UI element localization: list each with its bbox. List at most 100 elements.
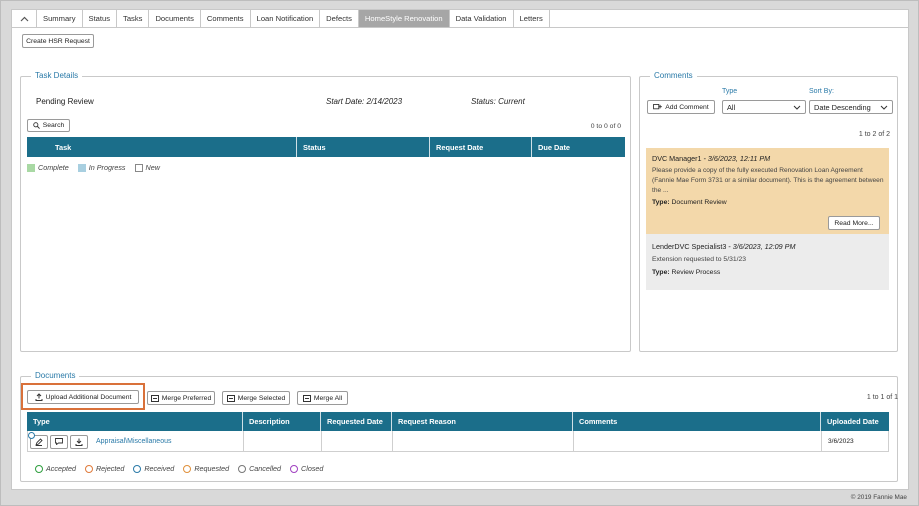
comment-text: Please provide a copy of the fully execu… [652,167,884,194]
comment-text: Extension requested to 5/31/23 [652,256,747,263]
comment-date: - 3/6/2023, 12:11 PM [701,154,771,163]
chevron-down-icon [880,105,888,110]
row-uploaded-date-cell: 3/6/2023 [828,438,854,445]
type-select[interactable]: All [722,100,806,114]
tab-loan-notification[interactable]: Loan Notification [251,10,321,27]
download-button[interactable] [70,434,88,449]
comment-date: - 3/6/2023, 12:09 PM [726,242,796,251]
edit-pencil-icon [35,437,43,446]
legend-in-progress: In Progress [77,163,126,172]
tab-letters[interactable]: Letters [514,10,550,27]
documents-table-header: Type Description Requested Date Request … [27,412,889,431]
legend-new: New [134,163,160,172]
comment-author: LenderDVC Specialist3 [652,242,727,251]
merge-preferred-button[interactable]: Merge Preferred [147,391,215,405]
comment-icon [55,438,63,445]
merge-icon [150,394,159,402]
row-requested-date-cell [322,431,393,452]
tab-homestyle-renovation[interactable]: HomeStyle Renovation [358,10,450,27]
merge-preferred-label: Merge Preferred [161,394,212,402]
task-details-panel: Task Details Pending Review Start Date: … [20,71,631,352]
type-select-value: All [727,102,736,112]
add-comment-button[interactable]: Add Comment [647,100,715,114]
row-description-cell [244,431,322,452]
row-type-cell: Appraisal\Miscellaneous [28,431,244,452]
merge-selected-button[interactable]: Merge Selected [222,391,290,405]
sort-select[interactable]: Date Descending [809,100,893,114]
row-comments-cell [574,431,822,452]
merge-selected-label: Merge Selected [237,394,286,402]
upload-label: Upload Additional Document [45,393,132,401]
comment-button[interactable] [50,434,68,449]
column-task[interactable]: Task [27,137,297,157]
documents-legend: Documents [31,371,80,380]
table-row[interactable]: Appraisal\Miscellaneous 3/6/2023 [27,431,889,452]
document-status-legend: Accepted Rejected Received Requested Can… [35,464,332,473]
tab-data-validation[interactable]: Data Validation [450,10,514,27]
search-icon [32,122,40,129]
create-hsr-request-button[interactable]: Create HSR Request [22,34,94,48]
legend-rejected: Rejected [84,464,124,473]
merge-all-label: Merge All [313,394,343,402]
comment-card: DVC Manager1 - 3/6/2023, 12:11 PM Please… [646,148,889,234]
upload-icon [35,393,43,401]
footer-copyright: © 2019 Fannie Mae [850,494,907,501]
collapse-chevron-up-icon[interactable] [12,10,37,27]
comment-card: LenderDVC Specialist3 - 3/6/2023, 12:09 … [646,234,889,290]
column-request-date[interactable]: Request Date [430,137,532,157]
comment-header: DVC Manager1 - 3/6/2023, 12:11 PM [652,154,770,163]
tab-documents[interactable]: Documents [149,10,201,27]
sort-by-label: Sort By: [809,88,834,95]
merge-icon [302,394,311,402]
column-request-reason[interactable]: Request Reason [392,412,573,431]
comment-header: LenderDVC Specialist3 - 3/6/2023, 12:09 … [652,242,795,251]
comments-count: 1 to 2 of 2 [858,131,890,138]
upload-additional-document-button[interactable]: Upload Additional Document [27,390,139,404]
legend-requested: Requested [183,464,229,473]
add-comment-icon [653,103,663,109]
task-table-header: Task Status Request Date Due Date [27,137,625,157]
comment-type: Type: Review Process [652,269,721,276]
status-label: Status: Current [471,97,525,106]
sort-select-value: Date Descending [814,102,871,112]
column-comments[interactable]: Comments [573,412,821,431]
search-button-label: Search [42,122,65,129]
column-description[interactable]: Description [243,412,321,431]
tab-content-panel: Create HSR Request Task Details Pending … [11,28,909,490]
legend-closed: Closed [290,464,323,473]
column-status[interactable]: Status [297,137,430,157]
comment-type: Type: Document Review [652,199,727,206]
download-icon [75,438,83,446]
task-count: 0 to 0 of 0 [590,123,621,130]
row-request-reason-cell [393,431,574,452]
legend-received: Received [133,464,174,473]
pending-review-label: Pending Review [36,97,94,106]
read-more-button[interactable]: Read More... [828,216,880,230]
column-uploaded-date[interactable]: Uploaded Date [821,412,889,431]
merge-all-button[interactable]: Merge All [297,391,348,405]
task-legend: Complete In Progress New [27,163,169,172]
tab-status[interactable]: Status [83,10,118,27]
merge-icon [226,394,235,402]
documents-count: 1 to 1 of 1 [866,394,898,401]
tab-defects[interactable]: Defects [320,10,359,27]
document-type-link[interactable]: Appraisal\Miscellaneous [96,438,171,445]
tab-tasks[interactable]: Tasks [117,10,150,27]
add-comment-label: Add Comment [665,103,709,111]
comment-author: DVC Manager1 [652,154,702,163]
type-filter-label: Type [722,88,738,95]
task-details-legend: Task Details [31,71,83,80]
comments-legend: Comments [650,71,697,80]
search-button[interactable]: Search [27,119,70,132]
tab-comments[interactable]: Comments [201,10,251,27]
legend-complete: Complete [27,163,69,172]
column-requested-date[interactable]: Requested Date [321,412,392,431]
status-received-indicator [28,432,35,439]
chevron-down-icon [793,105,801,110]
legend-cancelled: Cancelled [238,464,281,473]
legend-accepted: Accepted [35,464,76,473]
start-date-label: Start Date: 2/14/2023 [326,97,403,106]
column-due-date[interactable]: Due Date [532,137,625,157]
tab-summary[interactable]: Summary [37,10,83,27]
column-type[interactable]: Type [27,412,243,431]
